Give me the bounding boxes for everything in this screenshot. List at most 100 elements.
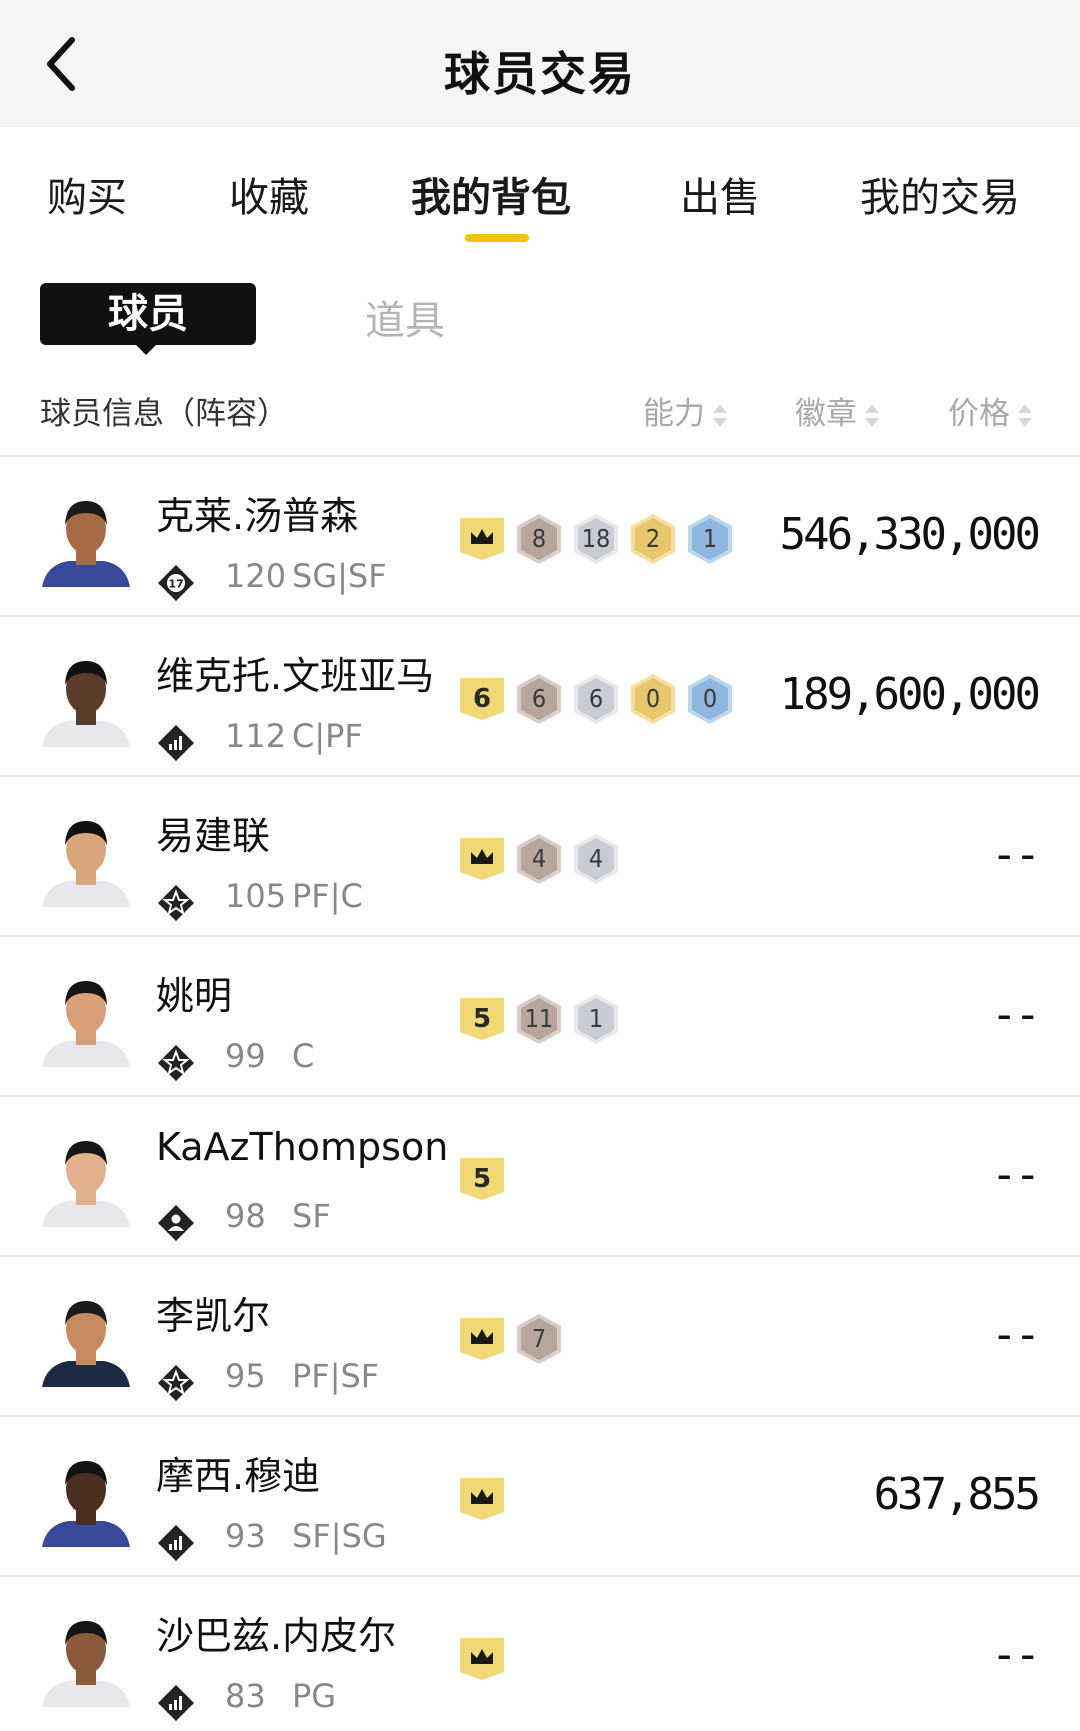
player-avatar [38,1127,134,1227]
badge-count: 1 [702,524,718,553]
player-name: 克莱.汤普森 [156,494,359,538]
player-row[interactable]: 李凯尔 95 PF|SF 7 -- [0,1257,1080,1417]
rank-card-value: 6 [472,684,492,714]
tab-my-trades[interactable]: 我的交易 [860,165,1020,223]
crown-card-icon [456,836,508,882]
badge-silver-hex: 1 [570,992,622,1046]
player-rating: 93 [225,1517,266,1555]
player-position: SG|SF [292,557,387,595]
badge-hof-hex: 1 [684,512,736,566]
player-position: PG [292,1677,337,1715]
player-position: PF|SF [292,1357,380,1395]
crown-card-icon [456,1476,508,1522]
rank-card-icon: 5 [456,1156,508,1202]
tab-buy[interactable]: 购买 [47,165,127,223]
player-rating: 105 [225,877,287,915]
badge-hof-hex: 0 [684,672,736,726]
player-price: 546,330,000 [779,509,1041,560]
player-avatar [38,967,134,1067]
player-name: KaAzThompson [156,1125,449,1169]
badge-count: 0 [645,684,661,713]
crown-card-icon [456,1316,508,1362]
player-price: 637,855 [873,1469,1041,1520]
player-price: -- [991,1629,1041,1680]
player-avatar [38,1287,134,1387]
top-bar: 球员交易 [0,0,1080,127]
ability-badges: 44 [456,832,627,886]
ability-badges: 5 11 1 [456,992,627,1046]
badge-silver-hex: 4 [570,832,622,886]
rank-card-icon: 6 [456,676,508,722]
player-position: PF|C [292,877,363,915]
player-name: 摩西.穆迪 [156,1454,321,1498]
sort-icon [713,402,727,430]
player-row[interactable]: 沙巴兹.内皮尔 83 PG -- [0,1577,1080,1731]
player-price: -- [991,1149,1041,1200]
player-row[interactable]: 克莱.汤普森 17 120 SG|SF 8 18 2 1 546,330,000 [0,457,1080,617]
player-position: C|PF [292,717,363,755]
rank-card-icon: 5 [456,996,508,1042]
badge-count: 11 [524,1004,554,1033]
player-row[interactable]: 易建联 105 PF|C 4 4 -- [0,777,1080,937]
player-name: 沙巴兹.内皮尔 [156,1614,397,1658]
player-name: 易建联 [156,814,271,858]
badge-count: 6 [588,684,604,713]
star-diamond-icon [156,1363,196,1403]
badge-bronze-hex: 6 [513,672,565,726]
tab-my-backpack[interactable]: 我的背包 [411,165,571,223]
player-row[interactable]: 姚明 99 C 5 11 1 -- [0,937,1080,1097]
player-list: 克莱.汤普森 17 120 SG|SF 8 18 2 1 546,330,000 维克托.文班亚马… [0,455,1080,1731]
player-avatar [38,807,134,907]
badge-count: 4 [531,844,547,873]
tab-sell[interactable]: 出售 [680,165,760,223]
sort-icon [1018,402,1032,430]
page-title: 球员交易 [444,47,636,101]
player-rating: 99 [225,1037,266,1075]
player-name: 维克托.文班亚马 [156,654,435,698]
player-position: SF [292,1197,331,1235]
player-avatar [38,487,134,587]
segment-players[interactable]: 球员 [40,283,256,345]
badge-count: 7 [531,1324,547,1353]
segment-caret [134,343,158,355]
star-diamond-icon [156,1043,196,1083]
column-ability-label: 能力 [643,396,705,432]
badge-gold-hex: 0 [627,672,679,726]
badge-count: 6 [531,684,547,713]
badge-count: 18 [581,524,611,553]
badge-gold-hex: 2 [627,512,679,566]
column-ability-sort[interactable]: 能力 [643,388,727,433]
player-avatar [38,1447,134,1547]
sort-icon [865,402,879,430]
column-price-sort[interactable]: 价格 [948,388,1032,433]
tab-favorites[interactable]: 收藏 [229,165,309,223]
player-row[interactable]: 维克托.文班亚马 112 C|PF 6 6 6 0 0 189,600,000 [0,617,1080,777]
badge-silver-hex: 18 [570,512,622,566]
player-rating: 112 [225,717,287,755]
ability-badges: 8 18 2 1 [456,512,741,566]
player-row[interactable]: KaAzThompson 98 SF 5 -- [0,1097,1080,1257]
player-rating: 98 [225,1197,266,1235]
badge-silver-hex: 6 [570,672,622,726]
badge-count: 8 [531,524,547,553]
column-badge-sort[interactable]: 徽章 [795,388,879,433]
player-price: -- [991,829,1041,880]
badge-bronze-hex: 8 [513,512,565,566]
bar-chart-diamond-icon [156,1523,196,1563]
ability-badges [456,1632,513,1686]
segment-items[interactable]: 道具 [365,288,445,346]
rank-card-value: 5 [472,1004,492,1034]
ability-badges: 5 [456,1152,513,1206]
column-price-label: 价格 [948,396,1010,432]
tier-number: 17 [168,578,183,591]
bar-chart-diamond-icon [156,1683,196,1723]
crown-card-icon [456,1636,508,1682]
player-price: 189,600,000 [779,669,1041,720]
player-row[interactable]: 摩西.穆迪 93 SF|SG 637,855 [0,1417,1080,1577]
player-rating: 95 [225,1357,266,1395]
ability-badges: 7 [456,1312,570,1366]
ability-badges [456,1472,513,1526]
badge-bronze-hex: 11 [513,992,565,1046]
active-tab-indicator [465,234,529,242]
badge-count: 0 [702,684,718,713]
